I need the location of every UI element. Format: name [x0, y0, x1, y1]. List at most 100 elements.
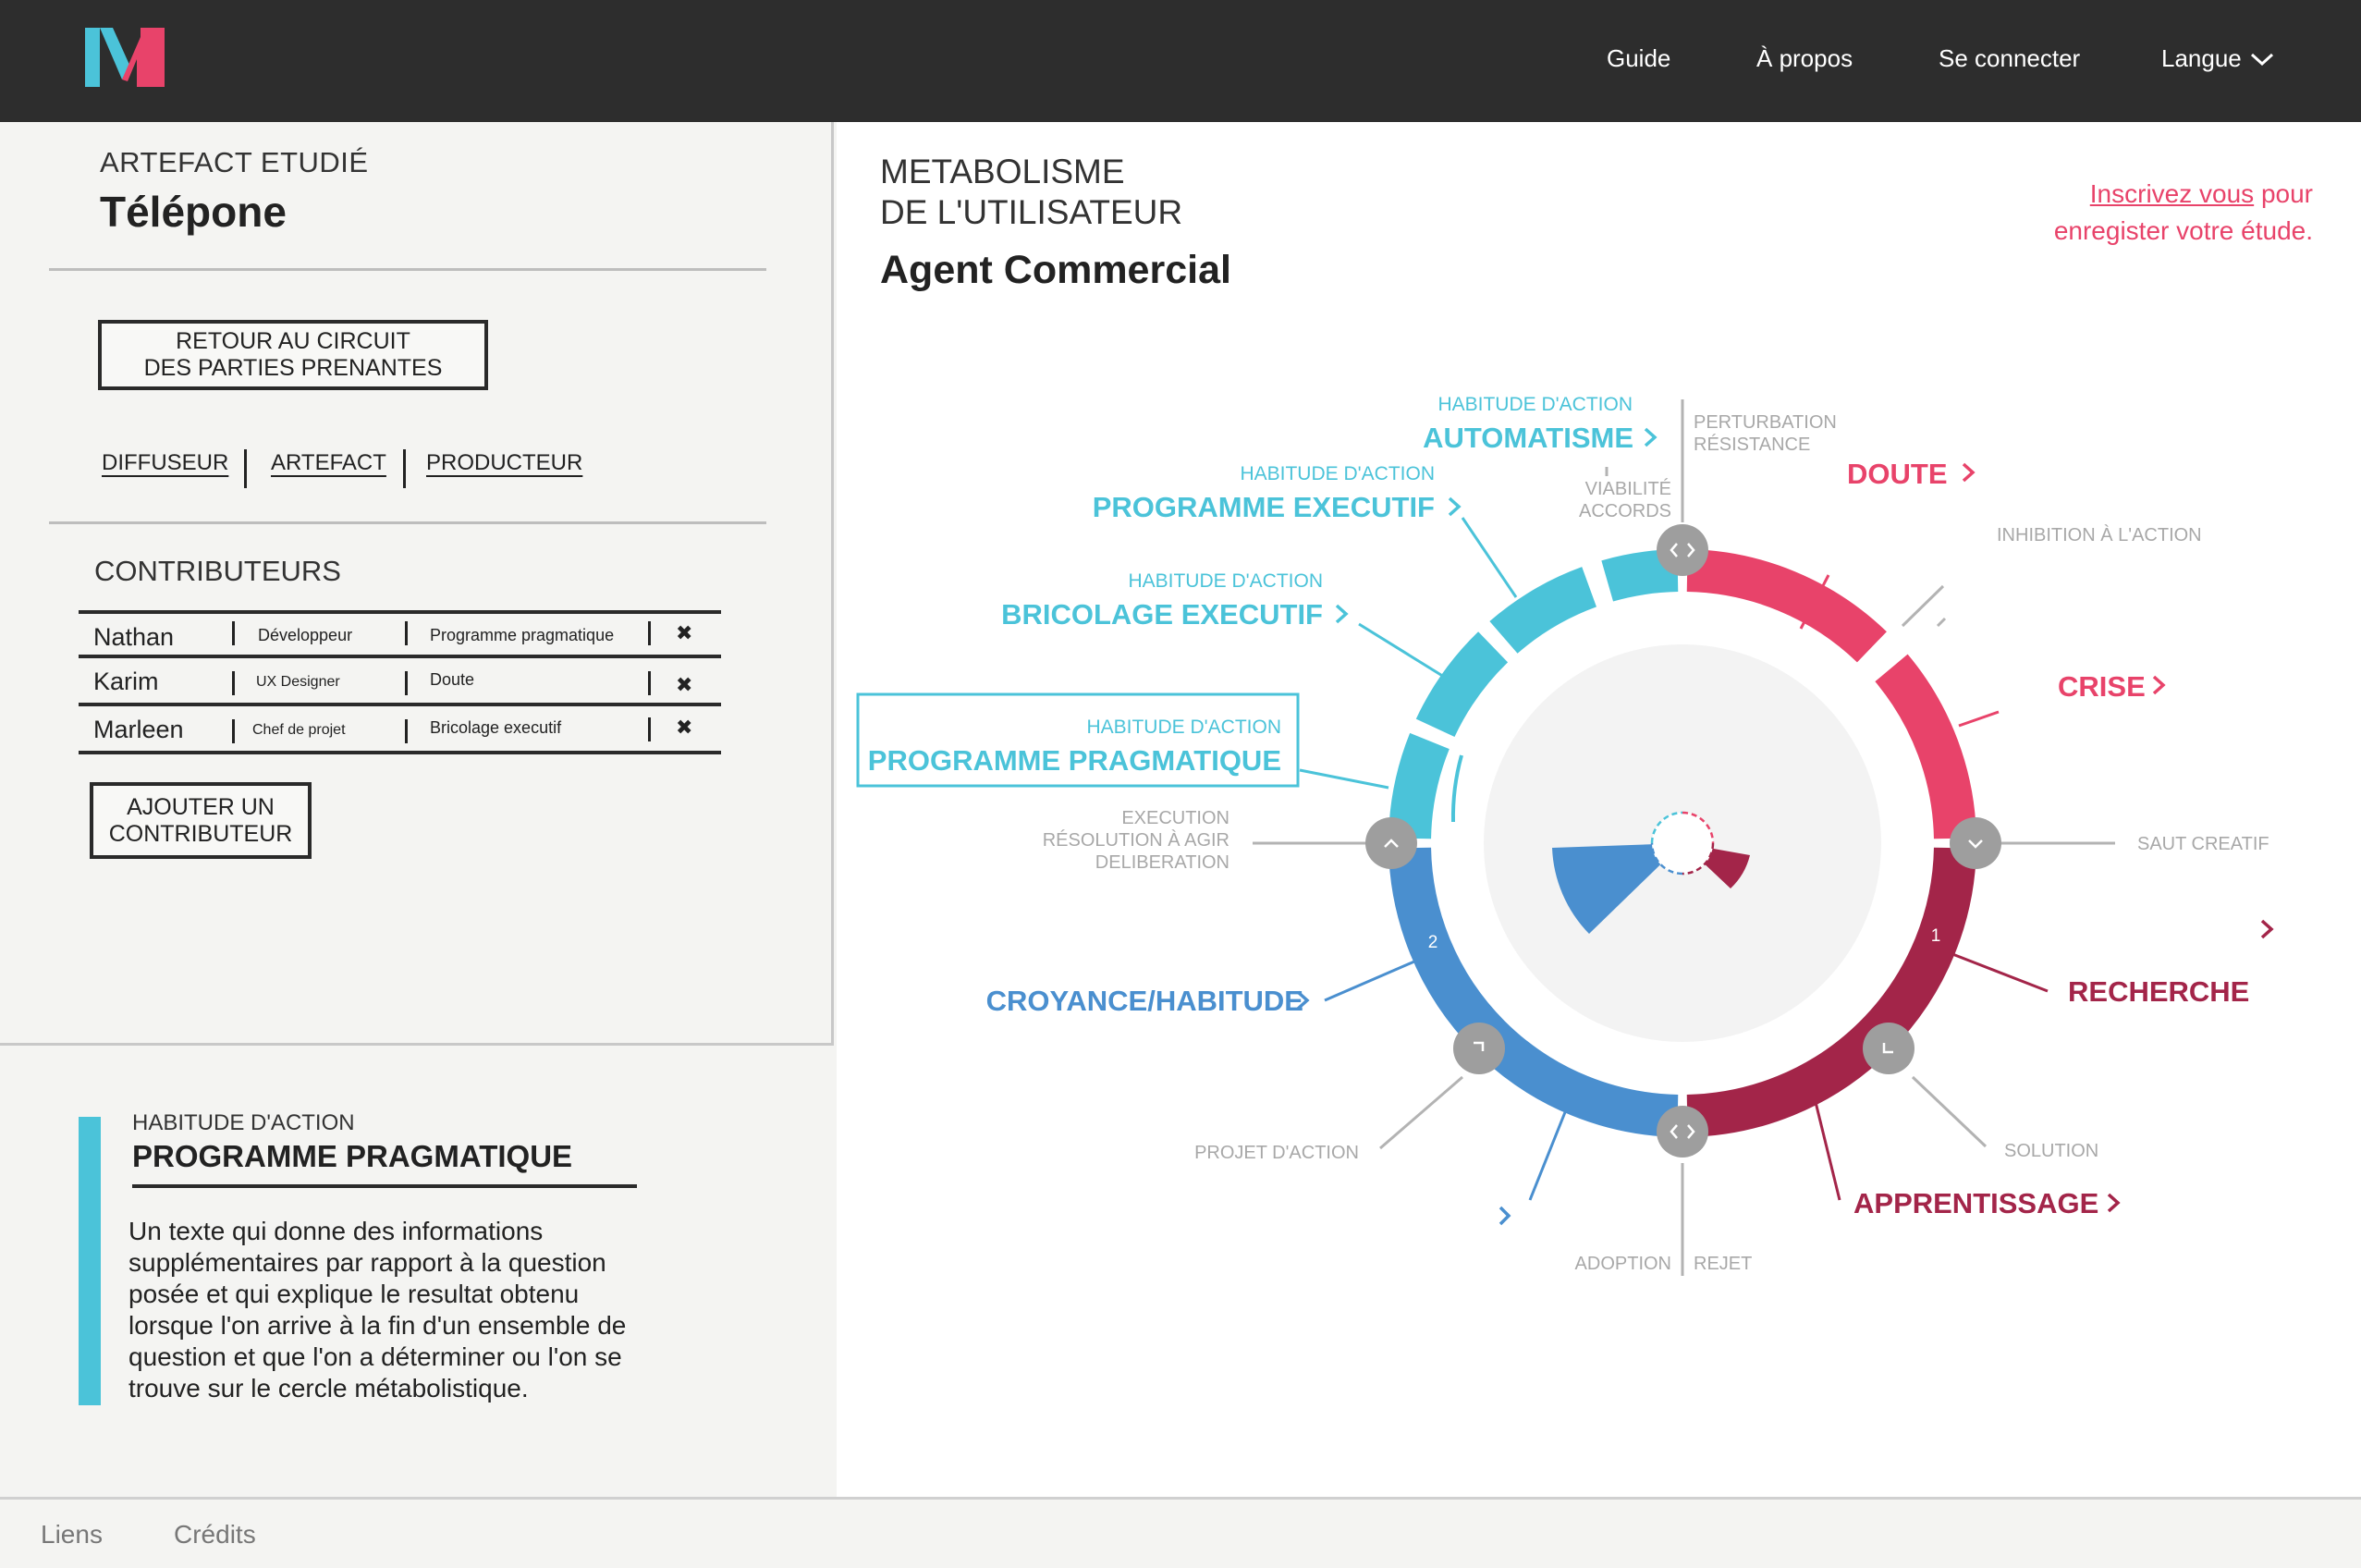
back-to-circuit-button[interactable]: RETOUR AU CIRCUIT DES PARTIES PRENANTES	[98, 320, 488, 390]
column-separator	[232, 719, 235, 743]
info-line: lorsque l'on arrive à la fin d'un ensemb…	[128, 1311, 627, 1340]
column-separator	[405, 671, 408, 695]
column-separator	[648, 621, 651, 645]
nav-login[interactable]: Se connecter	[1939, 44, 2080, 73]
execution-label: EXECUTION	[1121, 808, 1229, 828]
contributor-role: UX Designer	[256, 674, 340, 690]
nav-apropos[interactable]: À propos	[1756, 44, 1853, 73]
apprentissage-label[interactable]: APPRENTISSAGE	[1853, 1187, 2098, 1219]
accords-label: ACCORDS	[1579, 501, 1671, 521]
chevron-down-icon	[2250, 53, 2274, 67]
crise-label[interactable]: CRISE	[2058, 670, 2146, 703]
info-kicker: HABITUDE D'ACTION	[132, 1110, 355, 1135]
logo[interactable]	[85, 28, 165, 87]
resistance-label: RÉSISTANCE	[1694, 434, 1810, 455]
leader-programme-executif	[1461, 517, 1518, 598]
column-separator	[405, 719, 408, 743]
add-button-line1: AJOUTER UN	[127, 793, 275, 820]
language-label: Langue	[2161, 44, 2242, 72]
leader-pragmatique	[1299, 768, 1389, 790]
column-separator	[648, 671, 651, 695]
inhibition-label: INHIBITION À L'ACTION	[1997, 524, 2202, 545]
info-panel: HABITUDE D'ACTION PROGRAMME PRAGMATIQUE …	[0, 1043, 834, 1498]
chevron-right-icon[interactable]	[1448, 496, 1462, 517]
column-separator	[648, 717, 651, 741]
contributor-habit: Programme pragmatique	[430, 626, 615, 644]
add-contributor-button[interactable]: AJOUTER UN CONTRIBUTEUR	[90, 782, 312, 859]
saut-creatif-label: SAUT CREATIF	[2137, 834, 2269, 854]
chevron-right-icon[interactable]	[1644, 427, 1658, 447]
chevron-right-icon[interactable]	[1335, 604, 1349, 624]
segment-number-1: 1	[1931, 926, 1941, 946]
arc-bricolage[interactable]	[1415, 631, 1509, 738]
contributor-name: Marleen	[93, 716, 184, 743]
artifact-kicker: ARTEFACT ETUDIÉ	[100, 146, 369, 178]
node-top[interactable]	[1657, 524, 1708, 576]
delete-contributor-icon[interactable]: ✖	[676, 716, 692, 740]
info-line: Un texte qui donne des informations	[128, 1217, 544, 1245]
info-line: supplémentaires par rapport à la questio…	[128, 1248, 606, 1277]
delete-contributor-icon[interactable]: ✖	[676, 673, 692, 697]
footer-credits[interactable]: Crédits	[174, 1520, 256, 1550]
add-button-line2: CONTRIBUTEUR	[108, 820, 293, 847]
tab-producteur[interactable]: PRODUCTEUR	[426, 450, 582, 476]
nav-guide[interactable]: Guide	[1607, 44, 1670, 73]
bricolage-label[interactable]: BRICOLAGE EXECUTIF	[1001, 598, 1323, 631]
node-bottom-right[interactable]	[1863, 1023, 1914, 1074]
leader-apprentissage	[1813, 1097, 1841, 1201]
automatisme-label[interactable]: AUTOMATISME	[1423, 422, 1633, 454]
artifact-name: Télépone	[100, 188, 287, 236]
column-separator	[232, 671, 235, 695]
arc-automatisme[interactable]	[1601, 549, 1679, 602]
solution-label: SOLUTION	[2004, 1141, 2098, 1161]
leader-crise	[1958, 710, 2000, 728]
viabilite-label: VIABILITÉ	[1585, 478, 1671, 499]
arc-doute[interactable]	[1686, 549, 1887, 663]
divider	[49, 521, 766, 524]
bricolage-kicker: HABITUDE D'ACTION	[1128, 570, 1323, 592]
leader-blue-bottom	[1528, 1111, 1567, 1201]
chevron-right-icon[interactable]	[2260, 919, 2274, 939]
rejet-label: REJET	[1694, 1254, 1752, 1274]
contributor-role: Développeur	[258, 626, 353, 644]
back-button-line2: DES PARTIES PRENANTES	[143, 355, 443, 381]
tab-separator	[403, 449, 406, 488]
pragmatique-kicker: HABITUDE D'ACTION	[1086, 717, 1281, 738]
nav-language[interactable]: Langue	[2161, 44, 2274, 73]
node-left[interactable]	[1365, 817, 1417, 869]
node-bottom-left[interactable]	[1453, 1023, 1505, 1074]
chevron-right-icon[interactable]	[2107, 1193, 2121, 1213]
contributor-row: Marleen Chef de projet Bricolage executi…	[79, 703, 721, 754]
contributor-role: Chef de projet	[252, 722, 346, 738]
tab-artefact[interactable]: ARTEFACT	[271, 450, 386, 476]
arc-programme-executif[interactable]	[1489, 567, 1597, 654]
back-button-line1: RETOUR AU CIRCUIT	[176, 328, 410, 354]
delete-contributor-icon[interactable]: ✖	[676, 621, 692, 645]
chevron-right-icon[interactable]	[1499, 1206, 1511, 1226]
leader-recherche	[1947, 950, 2049, 993]
doute-label[interactable]: DOUTE	[1847, 458, 1948, 490]
leader-croyance	[1324, 960, 1415, 1002]
footer: Liens Crédits	[0, 1497, 2361, 1568]
footer-liens[interactable]: Liens	[41, 1520, 103, 1550]
programme-exec-label[interactable]: PROGRAMME EXECUTIF	[1093, 491, 1435, 523]
chevron-right-icon[interactable]	[2152, 675, 2166, 695]
info-title-underline	[132, 1184, 637, 1188]
automatisme-kicker: HABITUDE D'ACTION	[1437, 394, 1633, 415]
node-bottom[interactable]	[1657, 1106, 1708, 1158]
column-separator	[232, 621, 235, 645]
arc-crise[interactable]	[1875, 654, 1976, 839]
projet-action-label: PROJET D'ACTION	[1194, 1143, 1359, 1163]
contributor-habit: Doute	[430, 670, 475, 689]
info-line: trouve sur le cercle métabolistique.	[128, 1374, 529, 1403]
node-right[interactable]	[1950, 817, 2001, 869]
croyance-label[interactable]: CROYANCE/HABITUDE	[986, 985, 1303, 1017]
tab-diffuseur[interactable]: DIFFUSEUR	[102, 450, 228, 476]
chevron-right-icon[interactable]	[1962, 462, 1976, 483]
tab-separator	[244, 449, 247, 488]
leader-bricolage	[1358, 622, 1445, 679]
arc-pragmatique[interactable]	[1388, 732, 1450, 839]
recherche-label[interactable]: RECHERCHE	[2068, 975, 2249, 1008]
programme-exec-kicker: HABITUDE D'ACTION	[1240, 463, 1435, 484]
pragmatique-label[interactable]: PROGRAMME PRAGMATIQUE	[868, 744, 1281, 777]
